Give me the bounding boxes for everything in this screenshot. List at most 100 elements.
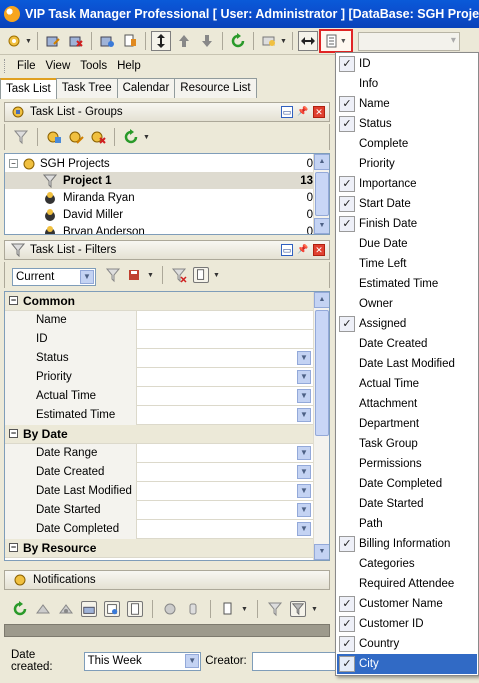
collapse-icon[interactable]: − bbox=[9, 543, 18, 552]
column-menu-item[interactable]: Estimated Time bbox=[337, 274, 477, 294]
column-menu-item[interactable]: Owner bbox=[337, 294, 477, 314]
scroll-down-icon[interactable]: ▼ bbox=[314, 218, 329, 234]
chevron-down-icon[interactable]: ▼ bbox=[80, 270, 94, 284]
filter-row[interactable]: Date Started ▼ bbox=[5, 500, 313, 520]
tab-task-list[interactable]: Task List bbox=[0, 78, 57, 99]
chevron-down-icon[interactable]: ▼ bbox=[297, 351, 311, 365]
column-menu-item[interactable]: Department bbox=[337, 414, 477, 434]
column-menu-item[interactable]: Complete bbox=[337, 134, 477, 154]
edit-task-icon[interactable] bbox=[43, 31, 63, 51]
chevron-down-icon[interactable]: ▼ bbox=[185, 653, 200, 668]
filter-row[interactable]: Estimated Time ▼ bbox=[5, 405, 313, 425]
columns-dropdown-icon[interactable]: ▼ bbox=[241, 606, 248, 613]
column-menu-item[interactable]: Date Completed bbox=[337, 474, 477, 494]
restore-icon[interactable]: ▭ bbox=[281, 106, 293, 118]
scroll-down-icon[interactable]: ▼ bbox=[314, 544, 329, 560]
creator-input[interactable] bbox=[251, 651, 336, 671]
date-created-select[interactable]: This Week ▼ bbox=[83, 651, 202, 671]
chevron-down-icon[interactable]: ▼ bbox=[297, 408, 311, 422]
column-menu-item[interactable]: Info bbox=[337, 74, 477, 94]
filter-category-by-date[interactable]: − By Date bbox=[5, 425, 313, 444]
tree-item[interactable]: Bryan Anderson 0 bbox=[5, 223, 313, 234]
columns-icon[interactable] bbox=[220, 601, 236, 617]
column-menu-item[interactable]: ✓ Finish Date bbox=[337, 214, 477, 234]
close-icon[interactable]: ✕ bbox=[313, 106, 325, 118]
column-menu-item[interactable]: Task Group bbox=[337, 434, 477, 454]
auto-width-icon[interactable] bbox=[297, 31, 318, 51]
clear-filter-icon[interactable] bbox=[171, 267, 187, 283]
sent-icon[interactable] bbox=[104, 601, 120, 617]
filter-active-icon[interactable] bbox=[289, 601, 306, 617]
columns-chooser-button[interactable]: ▼ bbox=[318, 29, 353, 53]
column-menu-item[interactable]: Priority bbox=[337, 154, 477, 174]
refresh-icon[interactable] bbox=[228, 31, 248, 51]
menu-help[interactable]: Help bbox=[117, 60, 141, 72]
filter-columns-dropdown-icon[interactable]: ▼ bbox=[213, 272, 220, 279]
column-menu-item[interactable]: Permissions bbox=[337, 454, 477, 474]
filter-row[interactable]: Date Range ▼ bbox=[5, 443, 313, 463]
chevron-down-icon[interactable]: ▼ bbox=[297, 522, 311, 536]
column-menu-item[interactable]: ✓ Billing Information bbox=[337, 534, 477, 554]
move-up-icon[interactable] bbox=[174, 31, 194, 51]
grid-scrollbar[interactable]: ▲ ▼ bbox=[313, 292, 329, 560]
filter-icon[interactable] bbox=[13, 129, 29, 145]
column-menu-item[interactable]: Required Attendee bbox=[337, 574, 477, 594]
refresh-groups-icon[interactable] bbox=[123, 129, 139, 145]
tree-item[interactable]: Project 1 13 bbox=[5, 172, 313, 189]
filter-row[interactable]: Priority ▼ bbox=[5, 367, 313, 387]
filter-row[interactable]: Status ▼ bbox=[5, 348, 313, 368]
scroll-thumb[interactable] bbox=[315, 310, 329, 436]
tree-item[interactable]: Miranda Ryan 0 bbox=[5, 189, 313, 206]
pin-icon[interactable]: 📌 bbox=[297, 244, 309, 256]
collapse-icon[interactable]: − bbox=[9, 159, 18, 168]
menu-file[interactable]: File bbox=[17, 60, 36, 72]
document-icon[interactable] bbox=[127, 601, 143, 617]
column-menu-item[interactable]: ✓ ID bbox=[337, 54, 477, 74]
chevron-down-icon[interactable]: ▼ bbox=[297, 446, 311, 460]
column-menu-item[interactable]: Categories bbox=[337, 554, 477, 574]
restore-icon[interactable]: ▭ bbox=[281, 244, 293, 256]
add-group-icon[interactable] bbox=[46, 129, 62, 145]
save-filter-icon[interactable] bbox=[127, 267, 143, 283]
delete-group-icon[interactable] bbox=[90, 129, 106, 145]
menu-tools[interactable]: Tools bbox=[80, 60, 107, 72]
task-properties-icon[interactable] bbox=[97, 31, 117, 51]
column-menu-item[interactable]: Attachment bbox=[337, 394, 477, 414]
refresh-icon[interactable] bbox=[12, 601, 28, 617]
column-menu-item[interactable]: Due Date bbox=[337, 234, 477, 254]
hand-icon[interactable] bbox=[185, 601, 201, 617]
filter-dropdown-icon[interactable]: ▼ bbox=[311, 606, 318, 613]
filter-icon[interactable] bbox=[267, 601, 283, 617]
column-menu-item[interactable]: Time Left bbox=[337, 254, 477, 274]
print-icon[interactable] bbox=[120, 31, 140, 51]
inbox-icon[interactable] bbox=[81, 601, 97, 617]
tab-task-tree[interactable]: Task Tree bbox=[55, 78, 118, 98]
tree-item[interactable]: − SGH Projects 0 bbox=[5, 155, 313, 172]
filter-row[interactable]: Name bbox=[5, 310, 313, 330]
chevron-down-icon[interactable]: ▼ bbox=[297, 503, 311, 517]
column-menu-item[interactable]: ✓ Customer Name bbox=[337, 594, 477, 614]
collapse-icon[interactable]: − bbox=[9, 429, 18, 438]
filter-row[interactable]: Date Last Modified ▼ bbox=[5, 481, 313, 501]
filter-row[interactable]: ID bbox=[5, 329, 313, 349]
chevron-down-icon[interactable]: ▼ bbox=[297, 484, 311, 498]
save-filter-dropdown-icon[interactable]: ▼ bbox=[147, 272, 154, 279]
filter-row[interactable]: Date Created ▼ bbox=[5, 462, 313, 482]
filter-row[interactable]: Date Completed ▼ bbox=[5, 519, 313, 539]
column-menu-item[interactable]: ✓ Name bbox=[337, 94, 477, 114]
move-up-down-icon[interactable] bbox=[150, 31, 171, 51]
apply-filter-icon[interactable] bbox=[105, 267, 121, 283]
collapse-icon[interactable]: − bbox=[9, 296, 18, 305]
mark-unread-icon[interactable] bbox=[58, 601, 74, 617]
view-icon[interactable] bbox=[162, 601, 178, 617]
chevron-down-icon[interactable]: ▼ bbox=[297, 465, 311, 479]
view-options-icon[interactable] bbox=[259, 31, 279, 51]
column-menu-item[interactable]: ✓ Country bbox=[337, 634, 477, 654]
tab-resource-list[interactable]: Resource List bbox=[174, 78, 257, 98]
new-task-dropdown-icon[interactable]: ▼ bbox=[25, 38, 32, 45]
column-menu-item[interactable]: ✓ Status bbox=[337, 114, 477, 134]
tab-calendar[interactable]: Calendar bbox=[116, 78, 176, 98]
view-options-dropdown-icon[interactable]: ▼ bbox=[280, 38, 287, 45]
column-menu-item[interactable]: ✓ Assigned bbox=[337, 314, 477, 334]
mark-read-icon[interactable] bbox=[35, 601, 51, 617]
